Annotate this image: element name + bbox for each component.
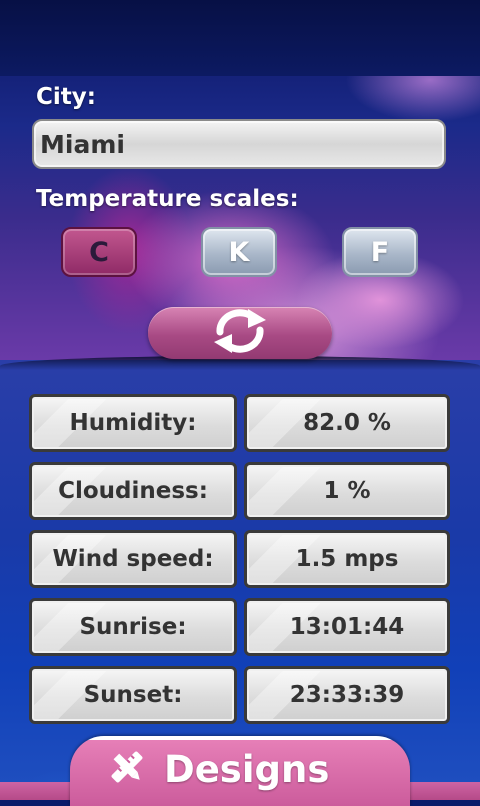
scale-kelvin-button[interactable]: K [201,227,277,277]
cloudiness-label: Cloudiness: [29,462,237,520]
sunset-label: Sunset: [29,666,237,724]
cloudiness-value: 1 % [244,462,450,520]
refresh-button[interactable] [148,307,332,359]
sunrise-label: Sunrise: [29,598,237,656]
scale-celsius-button[interactable]: C [61,227,137,277]
humidity-label: Humidity: [29,394,237,452]
city-input[interactable]: Miami [32,119,446,169]
sunrise-value: 13:01:44 [244,598,450,656]
scale-fahrenheit-button[interactable]: F [342,227,418,277]
designs-button[interactable]: Designs [108,742,329,796]
temperature-scales-label: Temperature scales: [36,186,299,212]
top-strip [0,0,480,76]
city-label: City: [36,84,96,110]
city-input-value: Miami [40,129,125,159]
sunset-value: 23:33:39 [244,666,450,724]
pencil-ruler-icon [108,748,146,790]
humidity-value: 82.0 % [244,394,450,452]
wind-speed-value: 1.5 mps [244,530,450,588]
designs-label: Designs [164,747,330,791]
refresh-icon [210,308,270,358]
wind-speed-label: Wind speed: [29,530,237,588]
